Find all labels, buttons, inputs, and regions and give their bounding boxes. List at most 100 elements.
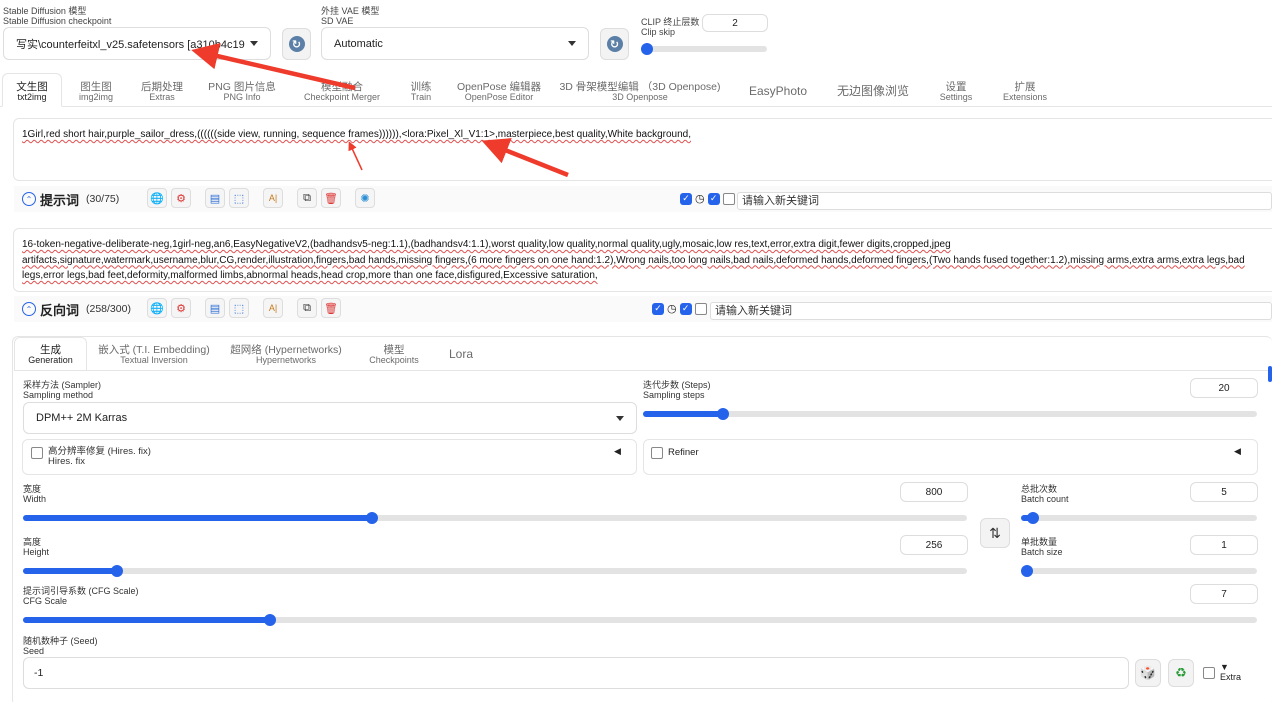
reuse-seed-button[interactable]: ♻	[1168, 659, 1194, 687]
positive-keyword-input[interactable]: 请输入新关键词	[737, 192, 1272, 210]
steps-input[interactable]: 20	[1190, 378, 1258, 398]
vae-dropdown[interactable]: Automatic	[321, 27, 589, 60]
extra-checkbox[interactable]	[1203, 667, 1215, 679]
width-input[interactable]: 800	[900, 482, 968, 502]
tab-extras[interactable]: 后期处理 Extras	[130, 82, 194, 102]
tab-label: PNG 图片信息	[208, 81, 276, 93]
history-icon[interactable]: ◷	[695, 192, 705, 205]
tab-checkpoint-merger[interactable]: 模型融合 Checkpoint Merger	[296, 82, 388, 102]
translate-icon[interactable]: A|	[263, 298, 283, 318]
subtab-lora[interactable]: Lora	[436, 347, 486, 361]
clip-skip-input[interactable]: 2	[702, 14, 768, 32]
tab-img2img[interactable]: 图生图 img2img	[66, 82, 126, 102]
negative-keyword-input[interactable]: 请输入新关键词	[710, 302, 1272, 320]
tab-openpose-editor[interactable]: OpenPose 编辑器 OpenPose Editor	[448, 82, 550, 102]
width-slider[interactable]	[23, 512, 967, 524]
height-slider[interactable]	[23, 565, 967, 577]
collapse-icon[interactable]: ⌃	[22, 302, 36, 316]
checkbox-icon[interactable]: ✓	[679, 302, 692, 315]
save-icon[interactable]: ⬚	[229, 188, 249, 208]
negative-prompt-textarea[interactable]: 16-token-negative-deliberate-neg,1girl-n…	[13, 228, 1272, 292]
batch-count-slider[interactable]	[1021, 512, 1257, 524]
clip-skip-slider[interactable]	[641, 43, 767, 55]
subtab-generation[interactable]: 生成 Generation	[14, 345, 87, 365]
steps-slider[interactable]	[643, 408, 1257, 420]
gear-icon[interactable]: ⚙	[171, 188, 191, 208]
recycle-icon: ♻	[1175, 665, 1187, 680]
subtab-hypernetworks[interactable]: 超网络 (Hypernetworks) Hypernetworks	[224, 345, 348, 365]
tab-label: 设置	[945, 81, 967, 93]
trash-icon[interactable]: 🗑	[321, 298, 341, 318]
tab-sublabel: 3D Openpose	[612, 92, 668, 102]
swap-dimensions-button[interactable]: ⇅	[980, 518, 1010, 548]
triangle-left-icon[interactable]: ◀	[614, 446, 621, 457]
refiner-checkbox[interactable]	[651, 447, 663, 459]
trash-icon[interactable]: 🗑	[321, 188, 341, 208]
globe-icon[interactable]: 🌐	[147, 188, 167, 208]
subtab-checkpoints[interactable]: 模型 Checkpoints	[356, 345, 432, 365]
import-icon[interactable]: ▤	[205, 298, 225, 318]
checkbox-icon[interactable]: ✓	[680, 192, 692, 205]
tab-png-info[interactable]: PNG 图片信息 PNG Info	[196, 82, 288, 102]
collapse-icon[interactable]: ⌃	[22, 192, 36, 206]
positive-prompt-textarea[interactable]: 1Girl,red short hair,purple_sailor_dress…	[13, 118, 1272, 181]
tab-sublabel: Train	[410, 92, 432, 102]
gear-icon[interactable]: ⚙	[171, 298, 191, 318]
refresh-model-button[interactable]: ↻	[282, 28, 311, 60]
subtab-textual-inversion[interactable]: 嵌入式 (T.I. Embedding) Textual Inversion	[94, 345, 214, 365]
tab-label: 后期处理	[141, 81, 183, 93]
dice-icon: 🎲	[1139, 665, 1157, 680]
hires-fix-checkbox[interactable]	[31, 447, 43, 459]
seed-input[interactable]: -1	[23, 657, 1129, 689]
batch-size-input[interactable]: 1	[1190, 535, 1258, 555]
hires-fix-label: 高分辨率修复 (Hires. fix) Hires. fix	[48, 446, 151, 467]
subtab-sublabel: Textual Inversion	[120, 355, 188, 365]
chevron-down-icon	[568, 41, 576, 46]
scrollbar-thumb[interactable]	[1268, 366, 1272, 382]
tab-3d-openpose[interactable]: 3D 骨架模型编辑 （3D Openpose) 3D Openpose	[557, 82, 723, 102]
negative-token-count: (258/300)	[86, 303, 131, 315]
clip-skip-label: CLIP 终止层数 Clip skip	[641, 17, 700, 37]
copy-icon[interactable]: ⧉	[297, 188, 317, 208]
translate-icon[interactable]: A|	[263, 188, 283, 208]
tab-sublabel: txt2img	[17, 92, 47, 102]
tab-easyphoto[interactable]: EasyPhoto	[740, 84, 816, 98]
sd-model-dropdown[interactable]: 写实\counterfeitxl_v25.safetensors [a310b4…	[3, 27, 271, 60]
refiner-panel[interactable]	[643, 439, 1258, 475]
cfg-slider[interactable]	[23, 614, 1257, 626]
triangle-left-icon[interactable]: ◀	[1234, 446, 1241, 457]
checkbox-icon[interactable]	[722, 192, 735, 205]
globe-icon[interactable]: 🌐	[147, 298, 167, 318]
tab-sublabel: Settings	[939, 92, 973, 102]
batch-size-slider[interactable]	[1021, 565, 1257, 577]
import-icon[interactable]: ▤	[205, 188, 225, 208]
refresh-vae-button[interactable]: ↻	[600, 28, 629, 60]
sampler-value: DPM++ 2M Karras	[36, 412, 128, 424]
tab-extensions[interactable]: 扩展 Extensions	[990, 82, 1060, 102]
random-seed-button[interactable]: 🎲	[1135, 659, 1161, 687]
tab-[interactable]: 无边图像浏览	[828, 84, 918, 98]
batch-size-label: 单批数量 Batch size	[1021, 537, 1063, 557]
tab-sublabel: Extras	[149, 92, 175, 102]
batch-count-input[interactable]: 5	[1190, 482, 1258, 502]
history-icon[interactable]: ◷	[667, 302, 677, 315]
positive-toggles[interactable]: ✓ ◷ ✓	[680, 192, 735, 205]
openai-icon[interactable]: ✺	[355, 188, 375, 208]
height-input[interactable]: 256	[900, 535, 968, 555]
triangle-down-icon: ▼	[1220, 662, 1229, 672]
checkbox-icon[interactable]	[694, 302, 707, 315]
tab-train[interactable]: 训练 Train	[397, 82, 445, 102]
sampler-label: 采样方法 (Sampler) Sampling method	[23, 380, 102, 400]
negative-toggles[interactable]: ✓ ◷ ✓	[652, 302, 707, 315]
copy-icon[interactable]: ⧉	[297, 298, 317, 318]
checkbox-icon[interactable]: ✓	[652, 302, 664, 315]
checkbox-icon[interactable]: ✓	[707, 192, 720, 205]
extra-toggle[interactable]: ▼ Extra	[1220, 662, 1241, 682]
save-icon[interactable]: ⬚	[229, 298, 249, 318]
sampler-dropdown[interactable]: DPM++ 2M Karras	[23, 402, 637, 434]
tab-label: EasyPhoto	[748, 84, 808, 98]
chevron-down-icon	[250, 41, 258, 46]
cfg-input[interactable]: 7	[1190, 584, 1258, 604]
tab-txt2img[interactable]: 文生图 txt2img	[2, 82, 62, 102]
tab-settings[interactable]: 设置 Settings	[928, 82, 984, 102]
